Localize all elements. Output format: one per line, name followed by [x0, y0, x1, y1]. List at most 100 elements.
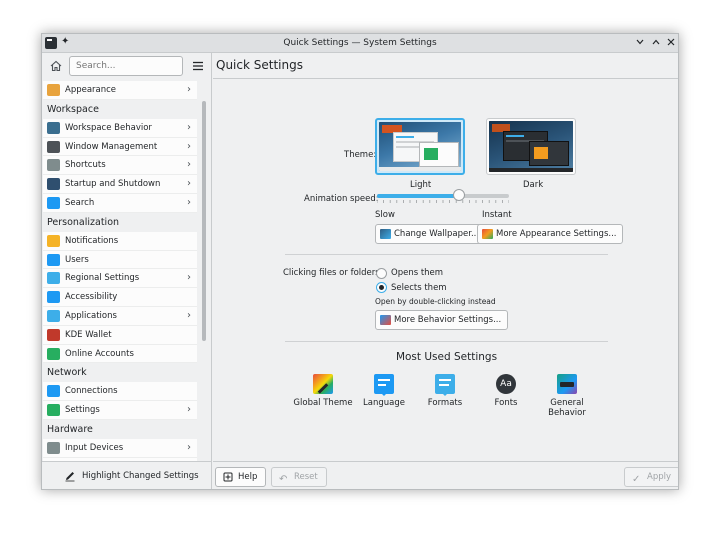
most-used-label: Global Theme [293, 398, 353, 408]
sidebar-item-label: Appearance [65, 85, 117, 95]
most-used-language[interactable]: Language [354, 374, 414, 408]
most-used-general-behavior[interactable]: General Behavior [537, 374, 597, 418]
sidebar-item-search[interactable]: Search › [43, 194, 197, 213]
sidebar-item-label: Accessibility [65, 292, 118, 303]
sidebar-item-workspace-behavior[interactable]: Workspace Behavior › [43, 119, 197, 138]
sidebar-item-label: Workspace Behavior [65, 122, 152, 133]
sidebar-item-label: Users [65, 254, 89, 265]
sidebar-item-regional-settings[interactable]: Regional Settings › [43, 269, 197, 289]
scrollbar-thumb[interactable] [202, 101, 206, 341]
help-button[interactable]: Help [215, 467, 267, 487]
most-used-title: Most Used Settings [395, 351, 498, 363]
window-title: Quick Settings — System Settings [283, 38, 437, 48]
wallet-icon [47, 328, 60, 341]
title-bar[interactable]: ✦ Quick Settings — System Settings [42, 34, 678, 53]
opens-them-radio[interactable] [376, 268, 387, 279]
bell-icon [47, 234, 60, 247]
regional-icon [47, 272, 60, 285]
more-behavior-button[interactable]: More Behavior Settings... [375, 310, 509, 330]
appearance-icon [47, 84, 60, 96]
accessibility-icon [47, 291, 60, 304]
sidebar-item-appearance[interactable]: Appearance › [43, 81, 197, 100]
apply-icon: ✓ [632, 474, 641, 485]
most-used-label: General Behavior [548, 398, 586, 418]
sidebar-item-shortcuts[interactable]: Shortcuts › [43, 156, 197, 176]
most-used-fonts[interactable]: Aa Fonts [476, 374, 536, 408]
close-icon[interactable] [665, 37, 677, 49]
sidebar-item-kde-wallet[interactable]: KDE Wallet [43, 326, 197, 345]
sidebar-item-settings[interactable]: Settings › [43, 401, 197, 420]
theme-light-label: Light [410, 180, 432, 190]
pen-icon [64, 470, 76, 489]
sidebar-item-label: Notifications [65, 235, 119, 246]
sidebar-item-label: KDE Wallet [65, 329, 112, 340]
dark-theme-preview [489, 121, 573, 172]
separator [285, 254, 608, 255]
sidebar-item-online-accounts[interactable]: Online Accounts [43, 345, 197, 364]
connections-icon [47, 385, 60, 398]
minimize-icon[interactable] [634, 37, 646, 49]
help-label: Help [238, 472, 258, 482]
more-behavior-label: More Behavior Settings... [394, 315, 502, 325]
sidebar-item-startup-and-shutdown[interactable]: Startup and Shutdown › [43, 175, 197, 194]
main-panel: Quick Settings Theme: Light Dark Animati… [213, 53, 678, 489]
animation-speed-slider[interactable] [377, 194, 509, 198]
sidebar-item-label: Settings [65, 405, 100, 416]
highlight-changed-button[interactable]: Highlight Changed Settings [64, 468, 199, 485]
search-input[interactable] [69, 56, 183, 76]
sidebar-item-label: Input Devices [65, 442, 124, 453]
most-used-formats[interactable]: Formats [415, 374, 475, 408]
sidebar-item-label: Regional Settings [65, 273, 140, 284]
theme-dark-thumbnail[interactable] [486, 118, 576, 175]
sidebar-item-window-management[interactable]: Window Management › [43, 138, 197, 157]
sidebar-item-accessibility[interactable]: Accessibility [43, 288, 197, 307]
instant-label: Instant [482, 210, 512, 220]
network-settings-icon [47, 404, 60, 417]
sidebar-item-connections[interactable]: Connections [43, 382, 197, 402]
slider-handle[interactable] [452, 189, 465, 201]
sidebar-item-users[interactable]: Users [43, 251, 197, 270]
reset-button[interactable]: ↶ Reset [271, 467, 327, 487]
slider-ticks [377, 200, 509, 203]
sidebar: Appearance›WorkspaceWorkspace Behavior›W… [42, 53, 212, 489]
chevron-right-icon: › [187, 178, 191, 190]
hamburger-menu-icon[interactable] [190, 58, 206, 74]
slow-label: Slow [375, 210, 395, 220]
sidebar-toolbar [42, 53, 211, 81]
maximize-icon[interactable] [650, 37, 662, 49]
page-title: Quick Settings [213, 53, 678, 79]
sidebar-item-notifications[interactable]: Notifications [43, 232, 197, 251]
more-appearance-button[interactable]: More Appearance Settings... [477, 224, 624, 244]
appearance-icon [482, 229, 493, 239]
chevron-right-icon: › [187, 121, 191, 133]
reset-label: Reset [294, 472, 318, 482]
highlight-changed-label: Highlight Changed Settings [82, 471, 199, 481]
opens-them-label: Opens them [391, 268, 444, 278]
apply-button[interactable]: ✓ Apply [624, 467, 678, 487]
sidebar-item-label: Window Management [65, 141, 158, 152]
general-behavior-icon [557, 374, 577, 394]
double-click-hint: Open by double-clicking instead [375, 297, 496, 306]
clicking-label: Clicking files or folders: [283, 268, 383, 278]
chevron-right-icon: › [187, 404, 191, 416]
online-accounts-icon [47, 347, 60, 360]
sidebar-item-input-devices[interactable]: Input Devices › [43, 439, 197, 458]
behavior-icon [380, 315, 391, 325]
startup-icon [47, 178, 60, 191]
change-wallpaper-button[interactable]: Change Wallpaper... [375, 224, 487, 244]
sidebar-category: Personalization [43, 212, 197, 232]
fonts-icon: Aa [496, 374, 516, 394]
sidebar-item-applications[interactable]: Applications › [43, 307, 197, 326]
search-settings-icon [47, 196, 60, 209]
home-icon[interactable] [47, 57, 65, 75]
chevron-right-icon: › [187, 272, 191, 284]
users-icon [47, 253, 60, 266]
sidebar-scrollbar[interactable] [201, 83, 207, 459]
selects-them-radio[interactable] [376, 282, 387, 293]
most-used-global-theme[interactable]: Global Theme [293, 374, 353, 408]
language-icon [374, 374, 394, 396]
animation-speed-label: Animation speed: [304, 194, 379, 204]
applications-icon [47, 309, 60, 322]
theme-light-thumbnail[interactable] [375, 118, 465, 175]
sidebar-item-label: Connections [65, 386, 118, 397]
